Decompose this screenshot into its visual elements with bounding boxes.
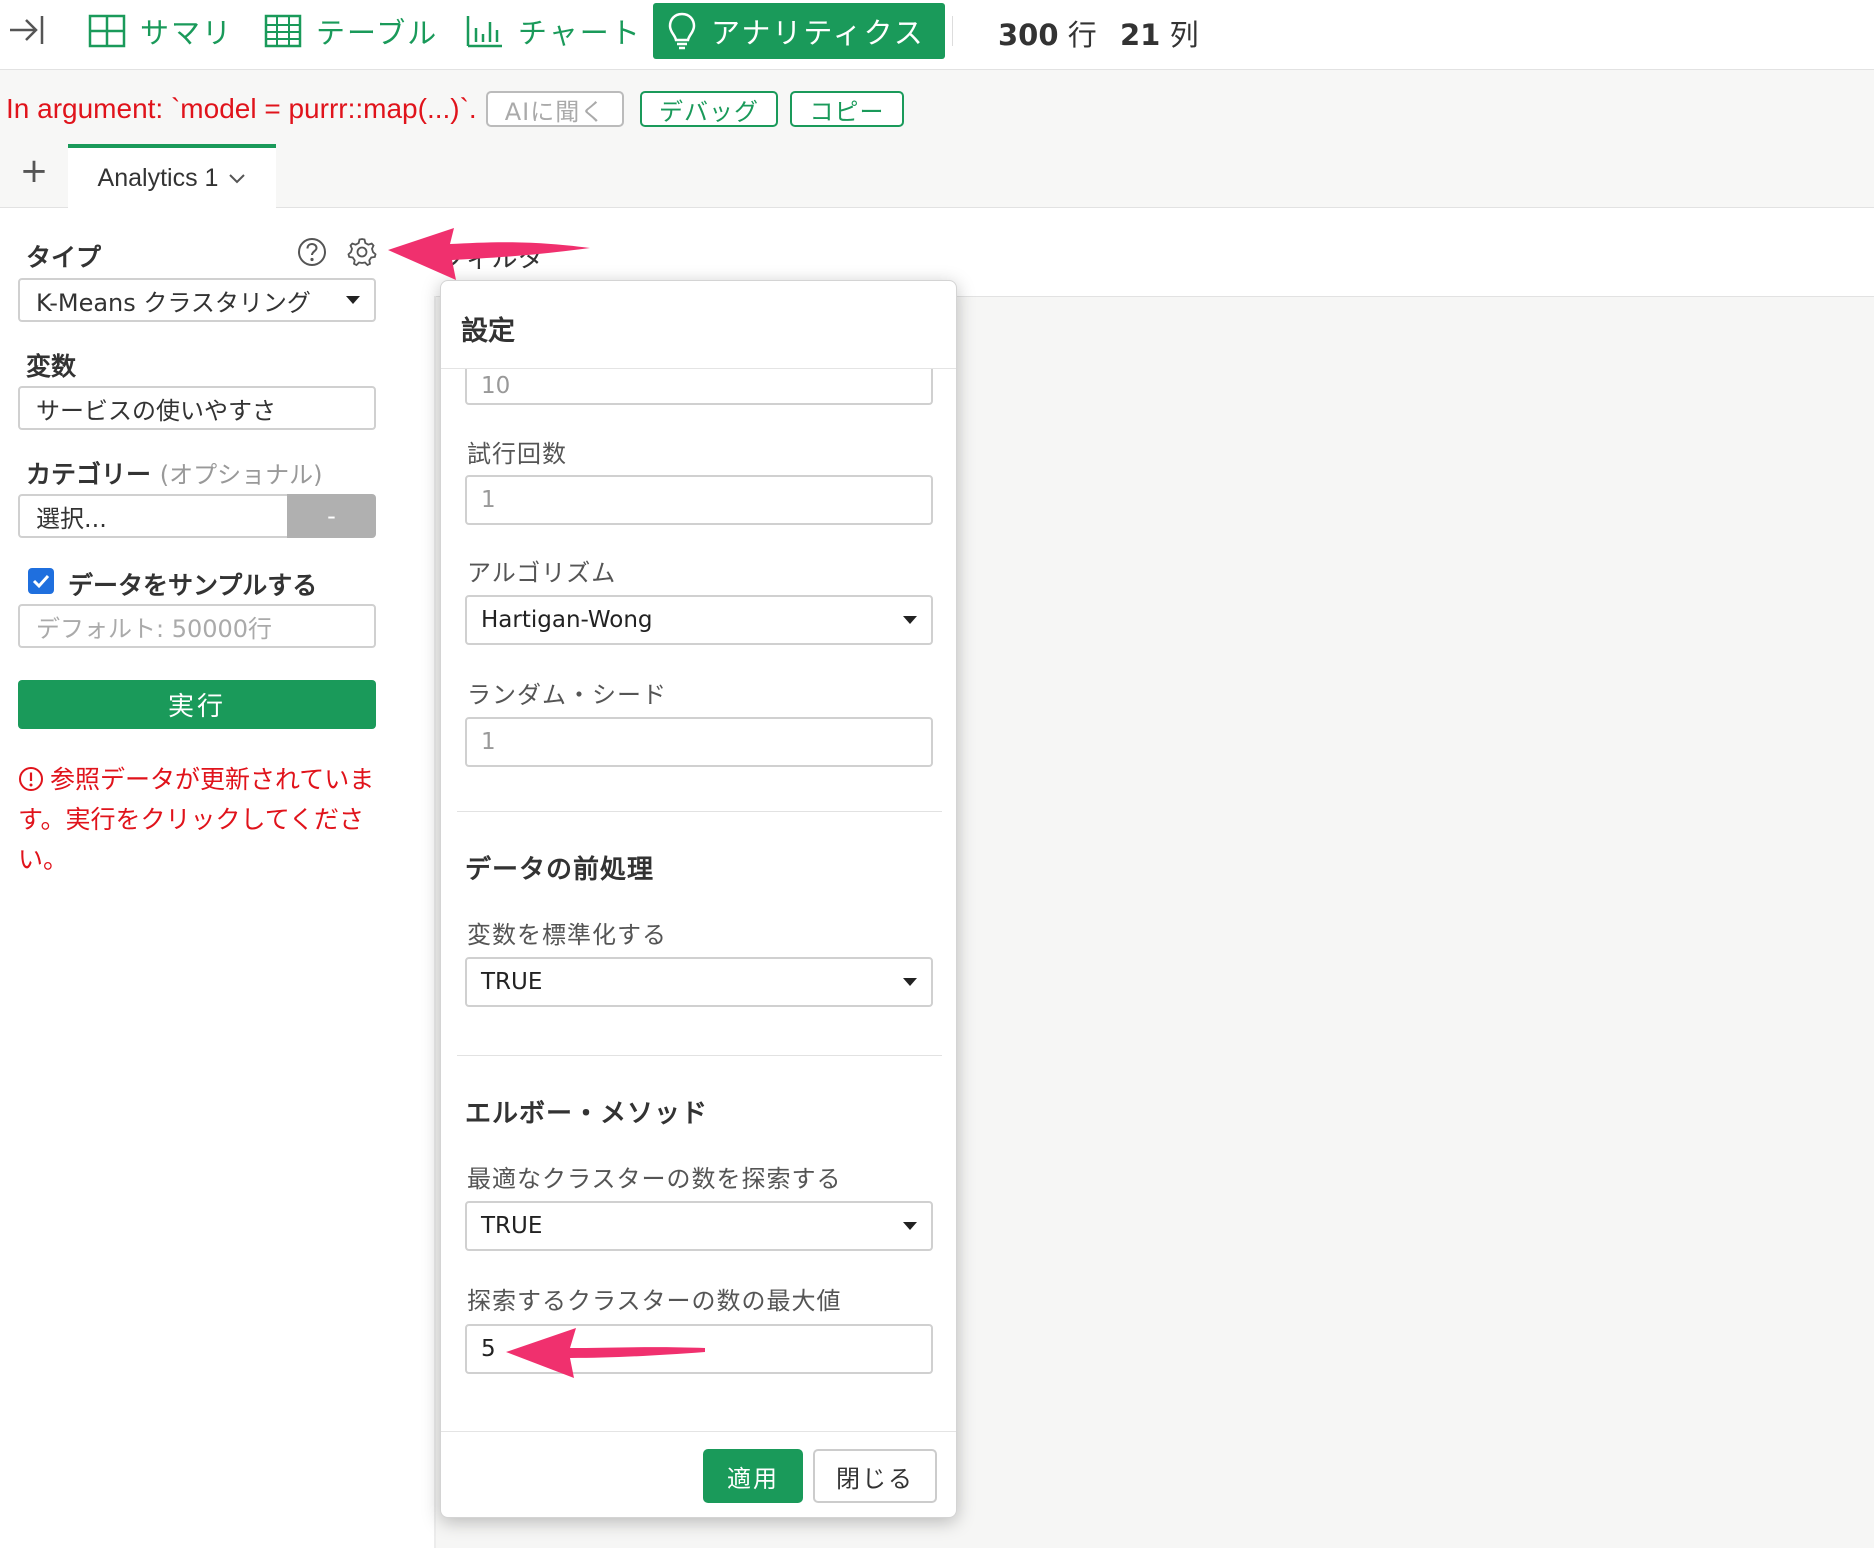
category-optional-text: (オプショナル) — [159, 461, 323, 489]
sample-size-input[interactable]: デフォルト: 50000行 — [18, 604, 376, 648]
tab-analytics-1-label: Analytics 1 — [97, 164, 219, 192]
sample-checkbox[interactable] — [28, 568, 54, 594]
error-message: In argument: `model = purrr::map(...)`. — [6, 93, 477, 124]
rows-count-value: 300 — [998, 18, 1059, 52]
tab-analytics[interactable]: アナリティクス — [653, 3, 945, 59]
category-clear-button[interactable]: - — [287, 494, 376, 538]
sample-label: データをサンプルする — [68, 571, 318, 600]
max-clusters-input[interactable]: 5 — [465, 1324, 933, 1374]
trials-label: 試行回数 — [467, 440, 567, 468]
caret-down-icon — [903, 616, 917, 624]
caret-down-icon — [903, 1222, 917, 1230]
caret-down-icon — [346, 296, 360, 304]
warning-message: 参照データが更新されています。実行をクリックしてください。 — [18, 760, 388, 880]
variables-label: 変数 — [26, 352, 77, 381]
caret-down-icon — [903, 978, 917, 986]
rows-count: 300 行 — [998, 12, 1097, 54]
clusters-value: 10 — [481, 373, 511, 399]
normalize-select[interactable]: TRUE — [465, 957, 933, 1007]
cols-count-unit: 列 — [1169, 18, 1199, 52]
section-divider — [457, 811, 942, 812]
type-select-value: K-Means クラスタリング — [36, 288, 311, 317]
grid-icon — [88, 14, 126, 48]
settings-modal: 設定 10 試行回数 1 アルゴリズム Hartigan-Wong ランダム・シ… — [440, 280, 957, 1518]
algorithm-select[interactable]: Hartigan-Wong — [465, 595, 933, 645]
tab-analytics-1[interactable]: Analytics 1 — [68, 144, 276, 209]
section-divider — [457, 1055, 942, 1056]
elbow-search-select[interactable]: TRUE — [465, 1201, 933, 1251]
category-select[interactable]: 選択... — [18, 494, 290, 538]
tab-summary[interactable]: サマリ — [88, 6, 233, 56]
normalize-value: TRUE — [481, 969, 543, 995]
cols-count-value: 21 — [1120, 18, 1161, 52]
clusters-input[interactable]: 10 — [465, 369, 933, 405]
preprocess-heading: データの前処理 — [465, 855, 655, 885]
cols-count: 21 列 — [1120, 12, 1199, 54]
ask-ai-button[interactable]: AIに聞く — [486, 91, 624, 127]
close-button[interactable]: 閉じる — [813, 1449, 937, 1503]
warning-text: 参照データが更新されています。実行をクリックしてください。 — [18, 765, 375, 874]
tab-summary-label: サマリ — [140, 16, 234, 50]
variables-value: サービスの使いやすさ — [36, 396, 276, 425]
tab-chart[interactable]: チャート — [466, 6, 642, 56]
chevron-down-icon[interactable] — [228, 173, 246, 185]
lightbulb-icon — [668, 12, 696, 50]
normalize-label: 変数を標準化する — [467, 921, 667, 949]
table-icon — [264, 14, 302, 48]
bar-chart-icon — [466, 16, 502, 48]
gear-icon[interactable] — [346, 236, 378, 268]
panel-divider — [434, 296, 436, 1548]
variables-input[interactable]: サービスの使いやすさ — [18, 386, 376, 430]
elbow-heading: エルボー・メソッド — [465, 1099, 709, 1129]
type-select[interactable]: K-Means クラスタリング — [18, 278, 376, 322]
max-clusters-value: 5 — [481, 1336, 496, 1362]
category-label: カテゴリー (オプショナル) — [26, 455, 322, 491]
collapse-sidebar-icon[interactable] — [6, 10, 46, 50]
elbow-search-value: TRUE — [481, 1213, 543, 1239]
seed-value: 1 — [481, 729, 496, 755]
rows-count-unit: 行 — [1067, 18, 1097, 52]
tab-analytics-label: アナリティクス — [711, 16, 925, 50]
algorithm-value: Hartigan-Wong — [481, 607, 653, 633]
tab-table-label: テーブル — [316, 16, 439, 50]
elbow-search-label: 最適なクラスターの数を探索する — [467, 1165, 842, 1193]
toolbar-divider — [952, 16, 953, 46]
copy-button[interactable]: コピー — [790, 91, 904, 127]
trials-value: 1 — [481, 487, 496, 513]
modal-footer-divider — [441, 1431, 956, 1432]
help-icon[interactable] — [296, 236, 328, 268]
debug-button[interactable]: デバッグ — [640, 91, 778, 127]
tab-chart-label: チャート — [518, 16, 642, 50]
modal-title: 設定 — [461, 316, 515, 347]
type-label: タイプ — [26, 243, 102, 272]
max-clusters-label: 探索するクラスターの数の最大値 — [467, 1287, 842, 1315]
filter-label[interactable]: フィルタ — [440, 238, 543, 275]
sample-size-placeholder: デフォルト: 50000行 — [36, 614, 273, 643]
tab-table[interactable]: テーブル — [264, 6, 438, 56]
apply-button[interactable]: 適用 — [703, 1449, 803, 1503]
category-label-text: カテゴリー — [26, 460, 152, 489]
seed-label: ランダム・シード — [467, 681, 667, 709]
analytics-tab-row — [0, 140, 1874, 208]
category-placeholder: 選択... — [36, 504, 107, 533]
warning-circle-icon — [19, 767, 43, 791]
run-button[interactable]: 実行 — [18, 680, 376, 729]
algorithm-label: アルゴリズム — [467, 559, 617, 587]
add-tab-button[interactable]: + — [18, 154, 50, 188]
trials-input[interactable]: 1 — [465, 475, 933, 525]
seed-input[interactable]: 1 — [465, 717, 933, 767]
